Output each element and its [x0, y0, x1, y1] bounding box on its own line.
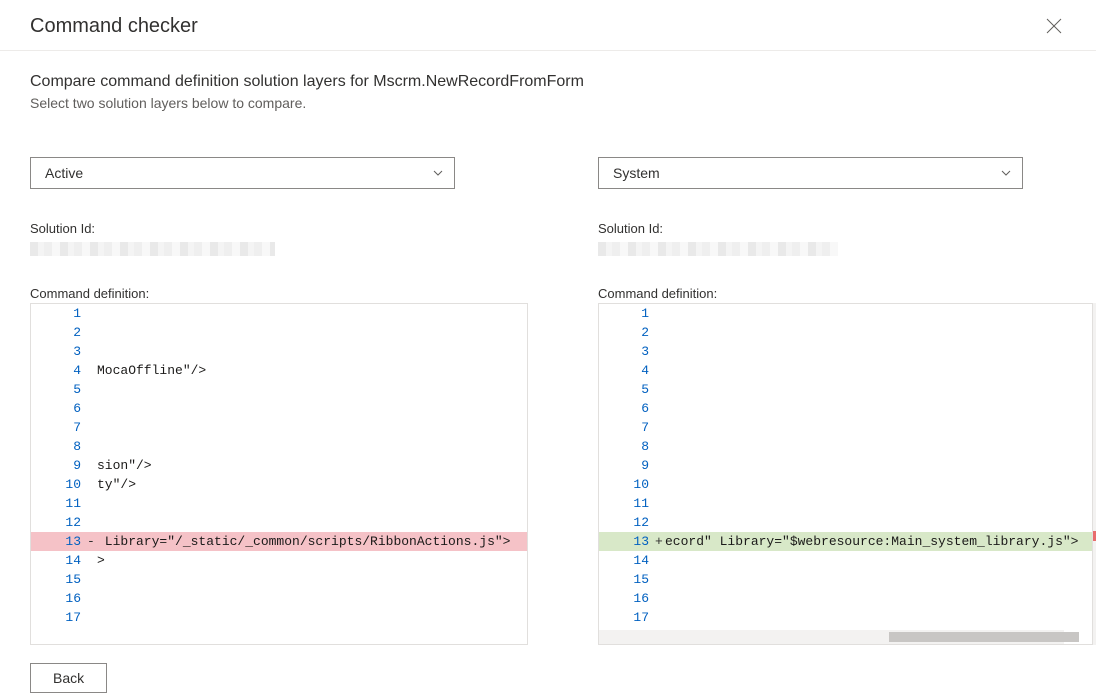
code-line: 4MocaOffline"/>: [31, 361, 527, 380]
header: Command checker: [0, 0, 1096, 51]
code-line: 6: [599, 399, 1092, 418]
right-code-box[interactable]: 1 2 3 4 5 6 7 8 9 10 11 12 13+ecord" Lib…: [598, 303, 1093, 645]
code-line: 14: [599, 551, 1092, 570]
code-line: 10ty"/>: [31, 475, 527, 494]
code-line: 15: [31, 570, 527, 589]
right-solution-id-value: [598, 242, 838, 256]
intro: Compare command definition solution laye…: [0, 51, 1096, 111]
code-line: 1: [31, 304, 527, 323]
code-line: 16: [599, 589, 1092, 608]
right-layer-value: System: [613, 165, 660, 181]
code-line: 5: [31, 380, 527, 399]
code-line: 11: [599, 494, 1092, 513]
code-line: 10: [599, 475, 1092, 494]
code-line: 15: [599, 570, 1092, 589]
code-line: 17: [599, 608, 1092, 627]
code-line: 2: [31, 323, 527, 342]
left-layer-dropdown[interactable]: Active: [30, 157, 455, 189]
code-line: 2: [599, 323, 1092, 342]
close-button[interactable]: [1042, 14, 1066, 38]
right-column: System Solution Id: Command definition: …: [598, 157, 1096, 645]
code-line: 11: [31, 494, 527, 513]
code-line: 12: [599, 513, 1092, 532]
code-line: 9sion"/>: [31, 456, 527, 475]
right-definition-label: Command definition:: [598, 286, 1096, 301]
code-line: 8: [31, 437, 527, 456]
left-layer-value: Active: [45, 165, 83, 181]
left-column: Active Solution Id: Command definition: …: [30, 157, 528, 645]
close-icon: [1046, 18, 1062, 34]
code-line: 7: [31, 418, 527, 437]
right-layer-dropdown[interactable]: System: [598, 157, 1023, 189]
code-line: 12: [31, 513, 527, 532]
back-button[interactable]: Back: [30, 663, 107, 693]
code-line: 7: [599, 418, 1092, 437]
code-line-added: 13+ecord" Library="$webresource:Main_sys…: [599, 532, 1092, 551]
code-line: 16: [31, 589, 527, 608]
right-solution-id-label: Solution Id:: [598, 221, 1096, 236]
intro-title: Compare command definition solution laye…: [30, 73, 1066, 91]
code-line: 14>: [31, 551, 527, 570]
chevron-down-icon: [432, 167, 444, 179]
code-line: 17: [31, 608, 527, 627]
code-line: 9: [599, 456, 1092, 475]
code-line: 8: [599, 437, 1092, 456]
scrollbar-thumb[interactable]: [889, 632, 1079, 642]
page-title: Command checker: [30, 15, 198, 38]
chevron-down-icon: [1000, 167, 1012, 179]
left-definition-label: Command definition:: [30, 286, 528, 301]
left-solution-id-label: Solution Id:: [30, 221, 528, 236]
code-line: 4: [599, 361, 1092, 380]
left-code-box[interactable]: 1 2 3 4MocaOffline"/> 5 6 7 8 9sion"/> 1…: [30, 303, 528, 645]
code-line: 6: [31, 399, 527, 418]
code-line: 3: [599, 342, 1092, 361]
intro-subtitle: Select two solution layers below to comp…: [30, 95, 1066, 111]
code-line: 1: [599, 304, 1092, 323]
horizontal-scrollbar[interactable]: [599, 630, 1064, 644]
code-line: 3: [31, 342, 527, 361]
code-line: 5: [599, 380, 1092, 399]
code-line-deleted: 13- Library="/_static/_common/scripts/Ri…: [31, 532, 527, 551]
left-solution-id-value: [30, 242, 275, 256]
